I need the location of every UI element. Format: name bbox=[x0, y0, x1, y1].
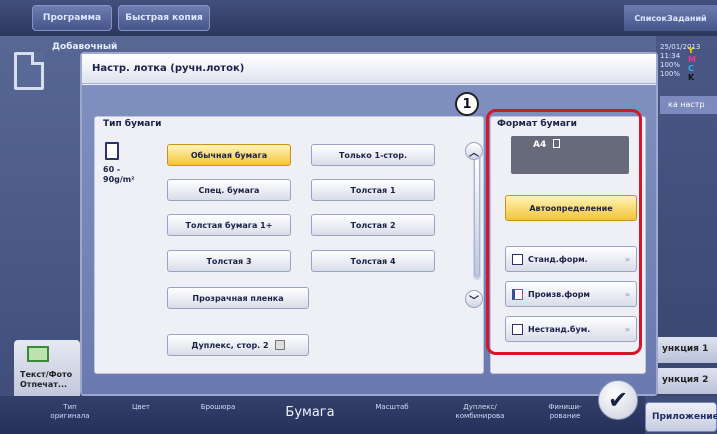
duplex-side-2-label: Дуплекс, стор. 2 bbox=[191, 340, 269, 350]
toner-y: Y bbox=[688, 46, 694, 55]
tab-finishing[interactable]: Финиши- рование bbox=[530, 403, 600, 421]
callout-number: 1 bbox=[455, 92, 479, 116]
scroll-up-button[interactable]: ︿ bbox=[465, 142, 483, 160]
toner-k: K bbox=[688, 73, 695, 82]
paper-type-thick-2[interactable]: Толстая 2 bbox=[311, 214, 435, 236]
original-type-line-1: Текст/Фото bbox=[20, 370, 73, 379]
dialog-title: Настр. лотка (ручн.лоток) bbox=[92, 63, 245, 74]
job-list-tab[interactable]: СписокЗаданий bbox=[624, 5, 717, 31]
function-1-button[interactable]: ункция 1 bbox=[656, 337, 717, 363]
settings-check-button[interactable]: ка настр bbox=[660, 96, 717, 114]
duplex-checkbox-icon bbox=[274, 340, 285, 350]
copy-icon bbox=[14, 52, 44, 90]
paper-type-single-side[interactable]: Только 1-стор. bbox=[311, 144, 435, 166]
paper-document-icon bbox=[105, 142, 119, 160]
toner-indicator: Y M C K bbox=[688, 46, 714, 82]
background-add-label: Добавочный bbox=[52, 42, 118, 52]
paper-type-special[interactable]: Спец. бумага bbox=[167, 179, 291, 201]
tab-original-type[interactable]: Тип оригинала bbox=[40, 403, 100, 421]
paper-type-thick-3[interactable]: Толстая 3 bbox=[167, 250, 291, 272]
tab-duplex[interactable]: Дуплекс/ комбинирова bbox=[440, 403, 520, 421]
tab-paper[interactable]: Бумага bbox=[270, 406, 350, 419]
chevron-up-icon: ︿ bbox=[469, 147, 479, 159]
ok-checkmark-button[interactable]: ✔ bbox=[598, 380, 638, 420]
paper-weight-label: 60 - 90g/m² bbox=[103, 165, 135, 184]
scrollbar-thumb[interactable] bbox=[474, 157, 480, 277]
paper-type-thick-4[interactable]: Толстая 4 bbox=[311, 250, 435, 272]
original-type-text: Текст/Фото Отпечат... bbox=[20, 370, 72, 390]
paper-type-title: Тип бумаги bbox=[103, 119, 162, 129]
original-type-line-2: Отпечат... bbox=[20, 380, 68, 389]
application-button[interactable]: Приложение bbox=[645, 402, 717, 432]
paper-type-panel: Тип бумаги 60 - 90g/m² Обычная бумага То… bbox=[94, 116, 484, 374]
dialog-titlebar: Настр. лотка (ручн.лоток) bbox=[82, 54, 656, 84]
paper-type-duplex-side-2[interactable]: Дуплекс, стор. 2 bbox=[167, 334, 309, 356]
paper-type-thick-1-plus[interactable]: Толстая бумага 1+ bbox=[167, 214, 291, 236]
tab-booklet[interactable]: Брошюра bbox=[188, 403, 248, 412]
paper-type-thick-1[interactable]: Толстая 1 bbox=[311, 179, 435, 201]
tab-quick-copy[interactable]: Быстрая копия bbox=[118, 5, 210, 31]
function-2-button[interactable]: ункция 2 bbox=[656, 368, 717, 394]
tab-program[interactable]: Программа bbox=[32, 5, 112, 31]
text-photo-icon bbox=[27, 346, 49, 362]
tab-zoom[interactable]: Масштаб bbox=[362, 403, 422, 412]
paper-type-transparency[interactable]: Прозрачная пленка bbox=[167, 287, 309, 309]
highlight-ring bbox=[486, 109, 642, 355]
checkmark-icon: ✔ bbox=[607, 386, 629, 414]
toner-m: M bbox=[688, 55, 696, 64]
chevron-down-icon: ﹀ bbox=[469, 295, 479, 307]
screen: Программа Быстрая копия СписокЗаданий До… bbox=[0, 0, 717, 434]
paper-type-plain[interactable]: Обычная бумага bbox=[167, 144, 291, 166]
scroll-down-button[interactable]: ﹀ bbox=[465, 290, 483, 308]
toner-c: C bbox=[688, 64, 694, 73]
tab-color[interactable]: Цвет bbox=[116, 403, 166, 412]
